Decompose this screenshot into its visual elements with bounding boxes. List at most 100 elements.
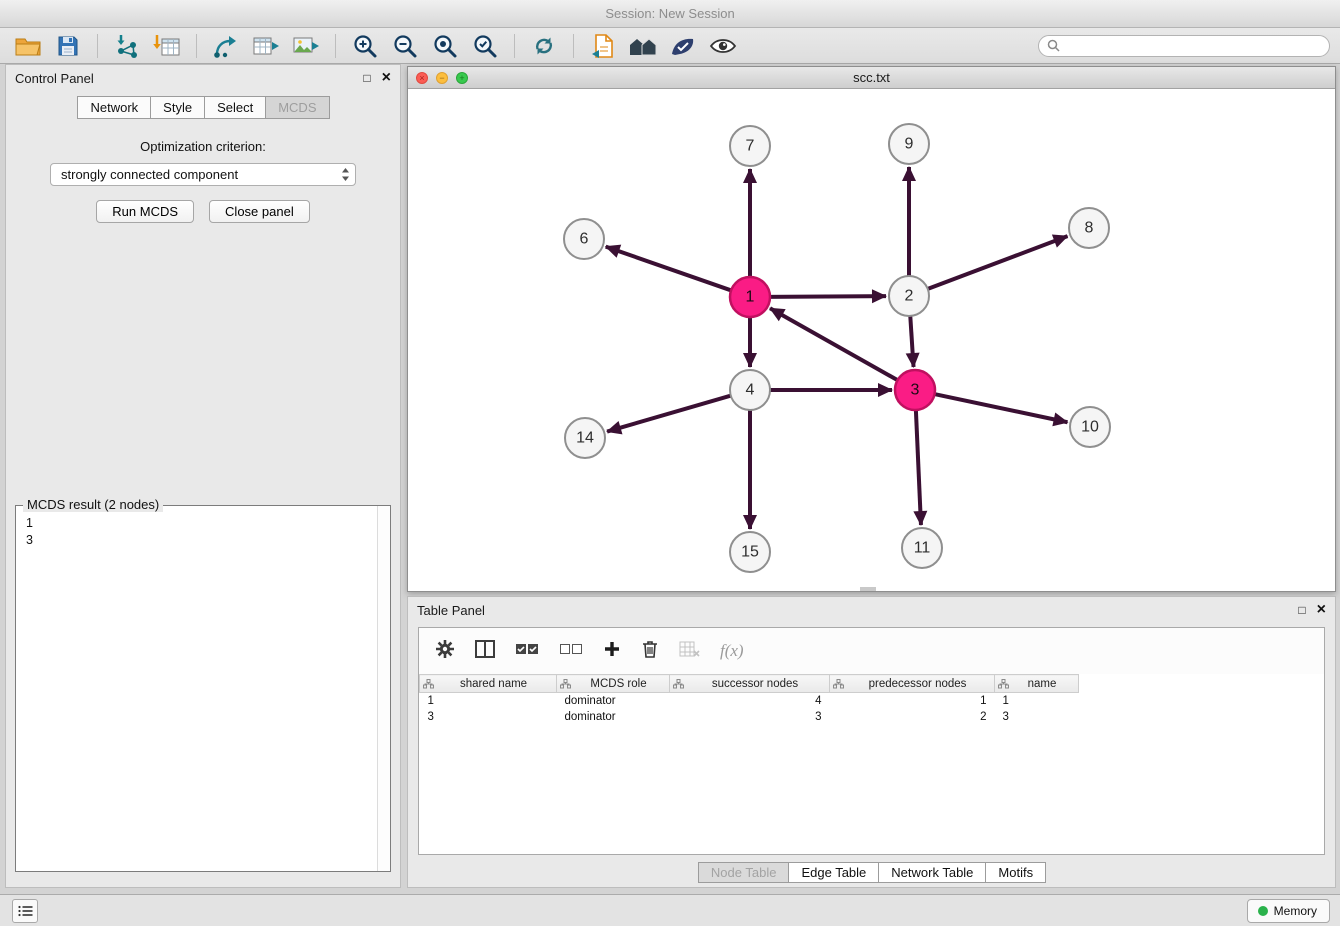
- refresh-layout-button[interactable]: [526, 31, 562, 61]
- toolbar-separator: [514, 34, 515, 58]
- graph-node-15[interactable]: 15: [730, 532, 770, 572]
- export-table-button[interactable]: [248, 31, 284, 61]
- table-cell: 3: [995, 709, 1079, 725]
- style-check-button[interactable]: [665, 31, 701, 61]
- graph-node-6[interactable]: 6: [564, 219, 604, 259]
- zoom-out-button[interactable]: [387, 31, 423, 61]
- close-window-icon[interactable]: ×: [416, 72, 428, 84]
- graph-node-11[interactable]: 11: [902, 528, 942, 568]
- memory-button[interactable]: Memory: [1247, 899, 1330, 923]
- import-table-button[interactable]: [149, 31, 185, 61]
- svg-text:7: 7: [746, 138, 755, 155]
- graph-edge-1-6[interactable]: [606, 247, 733, 291]
- function-builder-button[interactable]: f(x): [720, 641, 744, 661]
- network-graph[interactable]: 7 9 6 8 1 2 4 3 14 10 15 11: [408, 89, 1335, 591]
- network-window-titlebar[interactable]: × − + scc.txt: [408, 67, 1335, 89]
- network-canvas[interactable]: 7 9 6 8 1 2 4 3 14 10 15 11: [408, 89, 1335, 591]
- show-hide-button[interactable]: [705, 31, 741, 61]
- criterion-select[interactable]: strongly connected component: [50, 163, 356, 186]
- edges-layer: [606, 167, 1068, 529]
- graph-node-2[interactable]: 2: [889, 276, 929, 316]
- open-session-button[interactable]: [10, 31, 46, 61]
- toolbar-separator: [573, 34, 574, 58]
- tab-style[interactable]: Style: [150, 96, 205, 119]
- graph-edge-2-8[interactable]: [926, 236, 1068, 290]
- window-title: Session: New Session: [605, 6, 734, 21]
- tab-node-table[interactable]: Node Table: [698, 862, 790, 883]
- column-group-icon: [423, 679, 434, 689]
- column-header[interactable]: successor nodes: [670, 675, 830, 693]
- tab-edge-table[interactable]: Edge Table: [788, 862, 879, 883]
- status-bar: Memory: [0, 894, 1340, 926]
- graph-node-10[interactable]: 10: [1070, 407, 1110, 447]
- graph-node-3[interactable]: 3: [895, 370, 935, 410]
- column-header-label: successor nodes: [684, 678, 826, 690]
- column-header[interactable]: MCDS role: [557, 675, 670, 693]
- close-panel-button[interactable]: Close panel: [209, 200, 310, 223]
- column-header-label: name: [1009, 678, 1075, 690]
- graph-node-8[interactable]: 8: [1069, 208, 1109, 248]
- float-table-panel-icon[interactable]: □: [1298, 604, 1305, 616]
- tab-motifs[interactable]: Motifs: [985, 862, 1046, 883]
- table-cell: 1: [995, 693, 1079, 709]
- select-all-columns-button[interactable]: [515, 642, 539, 661]
- network-scrollbar-thumb[interactable]: [860, 587, 876, 591]
- home-button[interactable]: [625, 31, 661, 61]
- save-session-button[interactable]: [50, 31, 86, 61]
- search-box[interactable]: [1038, 35, 1330, 57]
- graph-edge-1-2[interactable]: [768, 296, 886, 297]
- column-header[interactable]: shared name: [420, 675, 557, 693]
- graph-node-4[interactable]: 4: [730, 370, 770, 410]
- split-columns-button[interactable]: [475, 640, 495, 663]
- zoom-selected-button[interactable]: [467, 31, 503, 61]
- column-header[interactable]: name: [995, 675, 1079, 693]
- tab-network[interactable]: Network: [77, 96, 151, 119]
- graph-edge-3-1[interactable]: [770, 308, 899, 381]
- close-panel-icon[interactable]: ×: [382, 70, 391, 86]
- document-export-icon: [591, 33, 615, 59]
- add-column-button[interactable]: [603, 640, 621, 663]
- toolbar-separator: [97, 34, 98, 58]
- zoom-in-button[interactable]: [347, 31, 383, 61]
- tab-select[interactable]: Select: [204, 96, 266, 119]
- graph-node-1[interactable]: 1: [730, 277, 770, 317]
- close-table-panel-icon[interactable]: ×: [1317, 602, 1326, 618]
- deselect-all-columns-button[interactable]: [559, 642, 583, 661]
- column-header[interactable]: predecessor nodes: [830, 675, 995, 693]
- column-header-label: predecessor nodes: [844, 678, 991, 690]
- search-input[interactable]: [1065, 39, 1321, 53]
- export-network-button[interactable]: [208, 31, 244, 61]
- graph-edge-2-3[interactable]: [910, 314, 913, 367]
- control-panel-header: Control Panel □ ×: [6, 65, 400, 91]
- tab-mcds[interactable]: MCDS: [265, 96, 329, 119]
- graph-edge-4-14[interactable]: [607, 395, 733, 432]
- float-panel-icon[interactable]: □: [363, 72, 370, 84]
- minimize-window-icon[interactable]: −: [436, 72, 448, 84]
- zoom-fit-button[interactable]: [427, 31, 463, 61]
- mcds-result-list[interactable]: 1 3: [16, 506, 390, 558]
- import-network-button[interactable]: [109, 31, 145, 61]
- table-row[interactable]: 3dominator323: [420, 709, 1325, 725]
- graph-edge-3-11[interactable]: [916, 408, 921, 525]
- graph-edge-3-10[interactable]: [933, 394, 1068, 423]
- table-settings-button[interactable]: [435, 639, 455, 664]
- result-scrollbar[interactable]: [377, 506, 390, 871]
- toolbar-separator: [196, 34, 197, 58]
- tab-network-table[interactable]: Network Table: [878, 862, 986, 883]
- window-titlebar[interactable]: Session: New Session: [0, 0, 1340, 28]
- graph-node-9[interactable]: 9: [889, 124, 929, 164]
- svg-text:6: 6: [580, 231, 589, 248]
- svg-text:8: 8: [1085, 220, 1094, 237]
- control-panel-title: Control Panel: [15, 71, 94, 86]
- table-row[interactable]: 1dominator411: [420, 693, 1325, 709]
- document-export-button[interactable]: [585, 31, 621, 61]
- save-icon: [56, 34, 80, 58]
- graph-node-7[interactable]: 7: [730, 126, 770, 166]
- status-list-button[interactable]: [12, 899, 38, 923]
- run-mcds-button[interactable]: Run MCDS: [96, 200, 194, 223]
- export-table-icon: [252, 34, 280, 58]
- zoom-window-icon[interactable]: +: [456, 72, 468, 84]
- delete-column-button[interactable]: [641, 639, 659, 664]
- graph-node-14[interactable]: 14: [565, 418, 605, 458]
- export-image-button[interactable]: [288, 31, 324, 61]
